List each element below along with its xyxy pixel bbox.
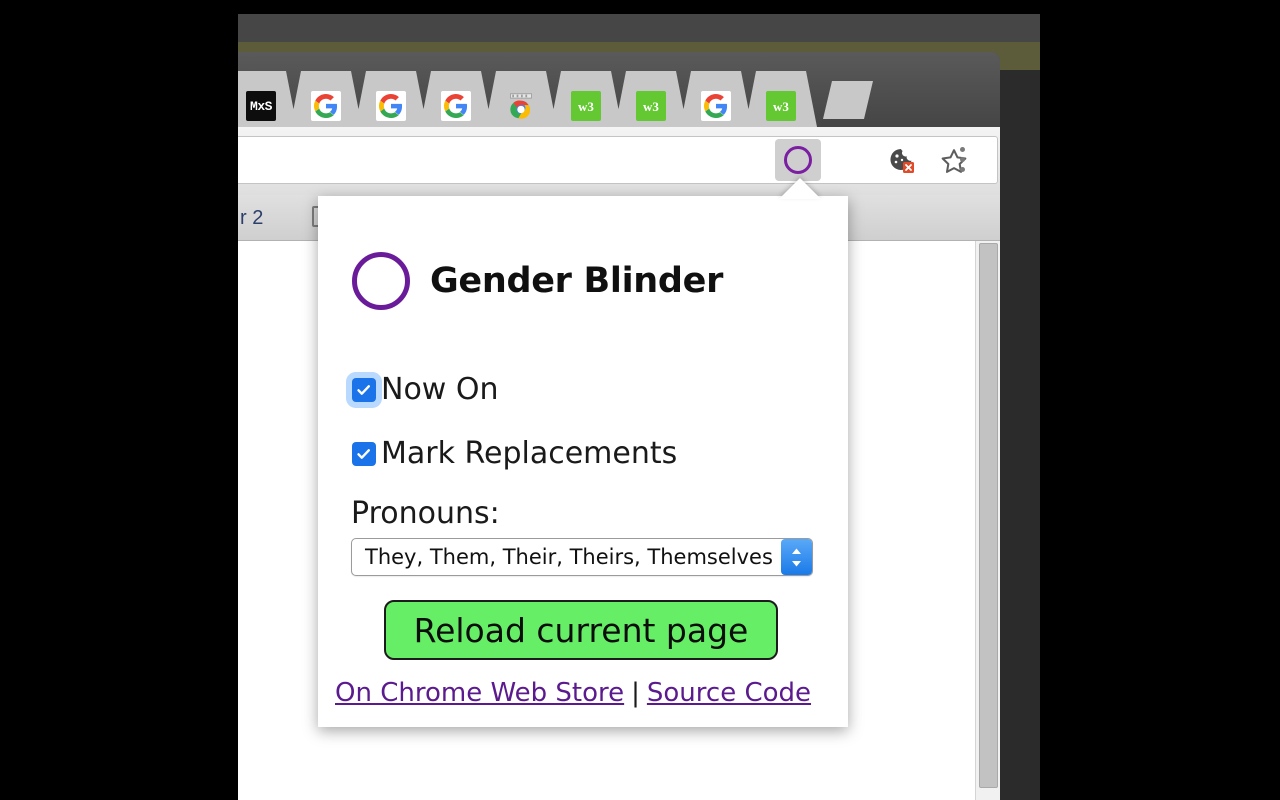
page-scrollbar[interactable] <box>975 241 1000 800</box>
w3schools-favicon: w3 <box>766 91 796 121</box>
browser-tab[interactable] <box>680 71 752 127</box>
dot <box>960 147 965 152</box>
google-drive-icon[interactable] <box>886 150 930 180</box>
source-code-link[interactable]: Source Code <box>647 678 811 708</box>
popup-header: Gender Blinder <box>352 252 723 310</box>
mxs-favicon: MxS <box>246 91 276 121</box>
reload-current-page-button[interactable]: Reload current page <box>384 600 778 660</box>
w3schools-favicon: w3 <box>636 91 666 121</box>
bookmark-item-label[interactable]: r 2 <box>240 207 263 230</box>
browser-toolbar <box>238 127 1000 196</box>
pronouns-label: Pronouns: <box>351 496 500 531</box>
link-separator: | <box>631 678 640 708</box>
mark-replacements-label: Mark Replacements <box>381 436 678 471</box>
google-favicon <box>441 91 471 121</box>
w3schools-favicon: w3 <box>571 91 601 121</box>
google-favicon <box>311 91 341 121</box>
browser-tab[interactable]: MxS <box>238 71 297 127</box>
pronouns-select-value: They, Them, Their, Theirs, Themselves <box>365 545 773 569</box>
desktop-dark-panel <box>1000 70 1040 800</box>
mark-replacements-checkbox[interactable] <box>352 441 376 466</box>
mark-replacements-row[interactable]: Mark Replacements <box>352 436 677 471</box>
popup-pointer-arrow <box>779 178 821 199</box>
scrollbar-thumb[interactable] <box>979 243 998 788</box>
now-on-label: Now On <box>381 372 499 407</box>
popup-links: On Chrome Web Store | Source Code <box>335 678 811 708</box>
dot <box>960 157 965 162</box>
extension-popup: Gender Blinder Now On Mark Replacements … <box>318 196 848 727</box>
pronouns-select[interactable]: They, Them, Their, Theirs, Themselves <box>351 538 813 576</box>
purple-circle-icon <box>784 146 812 174</box>
browser-tab[interactable]: w3 <box>550 71 622 127</box>
google-favicon <box>701 91 731 121</box>
dot <box>960 167 965 172</box>
browser-tab[interactable]: w3 <box>615 71 687 127</box>
browser-tab[interactable] <box>420 71 492 127</box>
now-on-row[interactable]: Now On <box>352 372 499 407</box>
google-favicon <box>376 91 406 121</box>
three-dot-menu-icon[interactable] <box>960 147 966 172</box>
screen: MxS w3 w3 w3 r 2 Gender Blinder Now On M… <box>0 0 1280 800</box>
chrome-web-store-favicon <box>506 91 536 121</box>
new-tab-button[interactable] <box>823 81 873 119</box>
browser-tab[interactable]: w3 <box>745 71 817 127</box>
gender-blinder-extension-icon[interactable] <box>775 139 821 181</box>
chrome-web-store-link[interactable]: On Chrome Web Store <box>335 678 624 708</box>
purple-circle-logo <box>352 252 410 310</box>
os-top-bar <box>238 14 1040 42</box>
browser-tab[interactable] <box>485 71 557 127</box>
tab-strip: MxS w3 w3 w3 <box>238 52 1000 127</box>
browser-tab[interactable] <box>290 71 362 127</box>
chevron-updown-icon[interactable] <box>781 539 812 575</box>
page-title: Gender Blinder <box>430 261 724 301</box>
browser-tab[interactable] <box>355 71 427 127</box>
now-on-checkbox[interactable] <box>352 377 376 402</box>
